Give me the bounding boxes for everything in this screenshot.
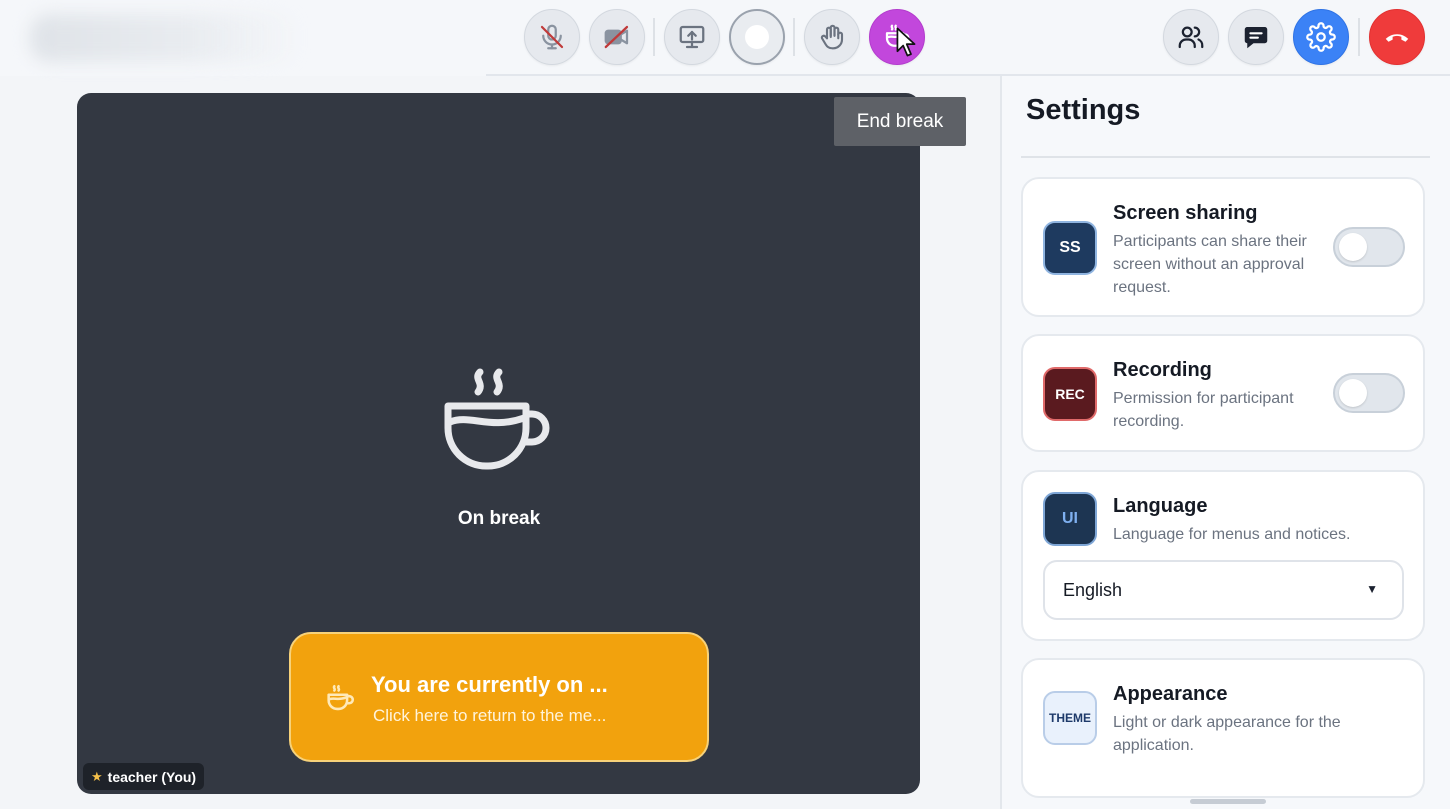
phone-hangup-icon [1385, 34, 1409, 42]
chat-button[interactable] [1228, 9, 1284, 65]
screen-share-button[interactable] [664, 9, 720, 65]
hand-icon [820, 24, 844, 50]
toggle-knob [1339, 233, 1367, 261]
setting-card-language: UI Language Language for menus and notic… [1021, 470, 1425, 641]
record-icon [745, 25, 769, 49]
coffee-cup-icon [327, 684, 355, 711]
settings-button[interactable] [1293, 9, 1349, 65]
toggle-knob [1339, 379, 1367, 407]
setting-card-screen-sharing: SS Screen sharing Participants can share… [1021, 177, 1425, 317]
banner-title: You are currently on ... [371, 672, 608, 697]
setting-description: Light or dark appearance for the applica… [1113, 714, 1341, 754]
participant-name-tag: ★ teacher (You) [83, 763, 205, 790]
toolbar-separator [653, 18, 655, 56]
participants-button[interactable] [1163, 9, 1219, 65]
video-tile: On break You are currently on ... Click … [77, 93, 920, 794]
settings-panel: Settings SS Screen sharing Participants … [1000, 76, 1450, 809]
toolbar-separator [793, 18, 795, 56]
language-select[interactable]: English ▼ [1043, 560, 1404, 620]
screen-sharing-toggle[interactable] [1333, 227, 1405, 267]
panel-divider [1021, 156, 1430, 158]
return-from-break-banner[interactable]: You are currently on ... Click here to r… [289, 632, 709, 762]
leave-call-button[interactable] [1369, 9, 1425, 65]
panel-title: Settings [1026, 94, 1141, 126]
setting-description: Permission for participant recording. [1113, 390, 1294, 430]
camera-off-icon [604, 25, 629, 49]
blurred-meeting-title [30, 14, 300, 62]
raise-hand-button[interactable] [804, 9, 860, 65]
language-badge: UI [1043, 492, 1097, 546]
setting-description: Language for menus and notices. [1113, 526, 1351, 543]
setting-card-appearance: THEME Appearance Light or dark appearanc… [1021, 658, 1425, 798]
gear-icon [1306, 22, 1336, 52]
toolbar-separator [1358, 18, 1360, 56]
break-status-label: On break [457, 508, 541, 529]
star-icon: ★ [91, 768, 103, 784]
recording-toggle[interactable] [1333, 373, 1405, 413]
panel-scroll-handle[interactable] [1190, 799, 1266, 804]
mic-off-icon [540, 24, 564, 50]
setting-title: Screen sharing [1113, 202, 1258, 224]
top-toolbar [0, 0, 1450, 76]
setting-title: Appearance [1113, 683, 1228, 705]
chat-icon [1244, 27, 1268, 49]
record-button[interactable] [729, 9, 785, 65]
setting-title: Language [1113, 495, 1208, 517]
dropdown-arrow-icon: ▼ [1366, 582, 1378, 596]
language-select-value: English [1063, 579, 1123, 600]
setting-title: Recording [1113, 359, 1212, 381]
mic-toggle-button[interactable] [524, 9, 580, 65]
setting-card-recording: REC Recording Permission for participant… [1021, 334, 1425, 452]
setting-description: Participants can share their screen with… [1113, 233, 1307, 296]
coffee-cup-icon [444, 368, 550, 470]
screen-share-icon [679, 25, 705, 49]
appearance-badge: THEME [1043, 691, 1097, 745]
banner-subtitle: Click here to return to the me... [373, 706, 607, 725]
screen-sharing-badge: SS [1043, 221, 1097, 275]
participant-name: teacher (You) [107, 768, 197, 785]
camera-toggle-button[interactable] [589, 9, 645, 65]
mouse-cursor-icon [896, 27, 916, 57]
recording-badge: REC [1043, 367, 1097, 421]
end-break-tooltip: End break [834, 97, 966, 146]
people-icon [1178, 26, 1204, 49]
